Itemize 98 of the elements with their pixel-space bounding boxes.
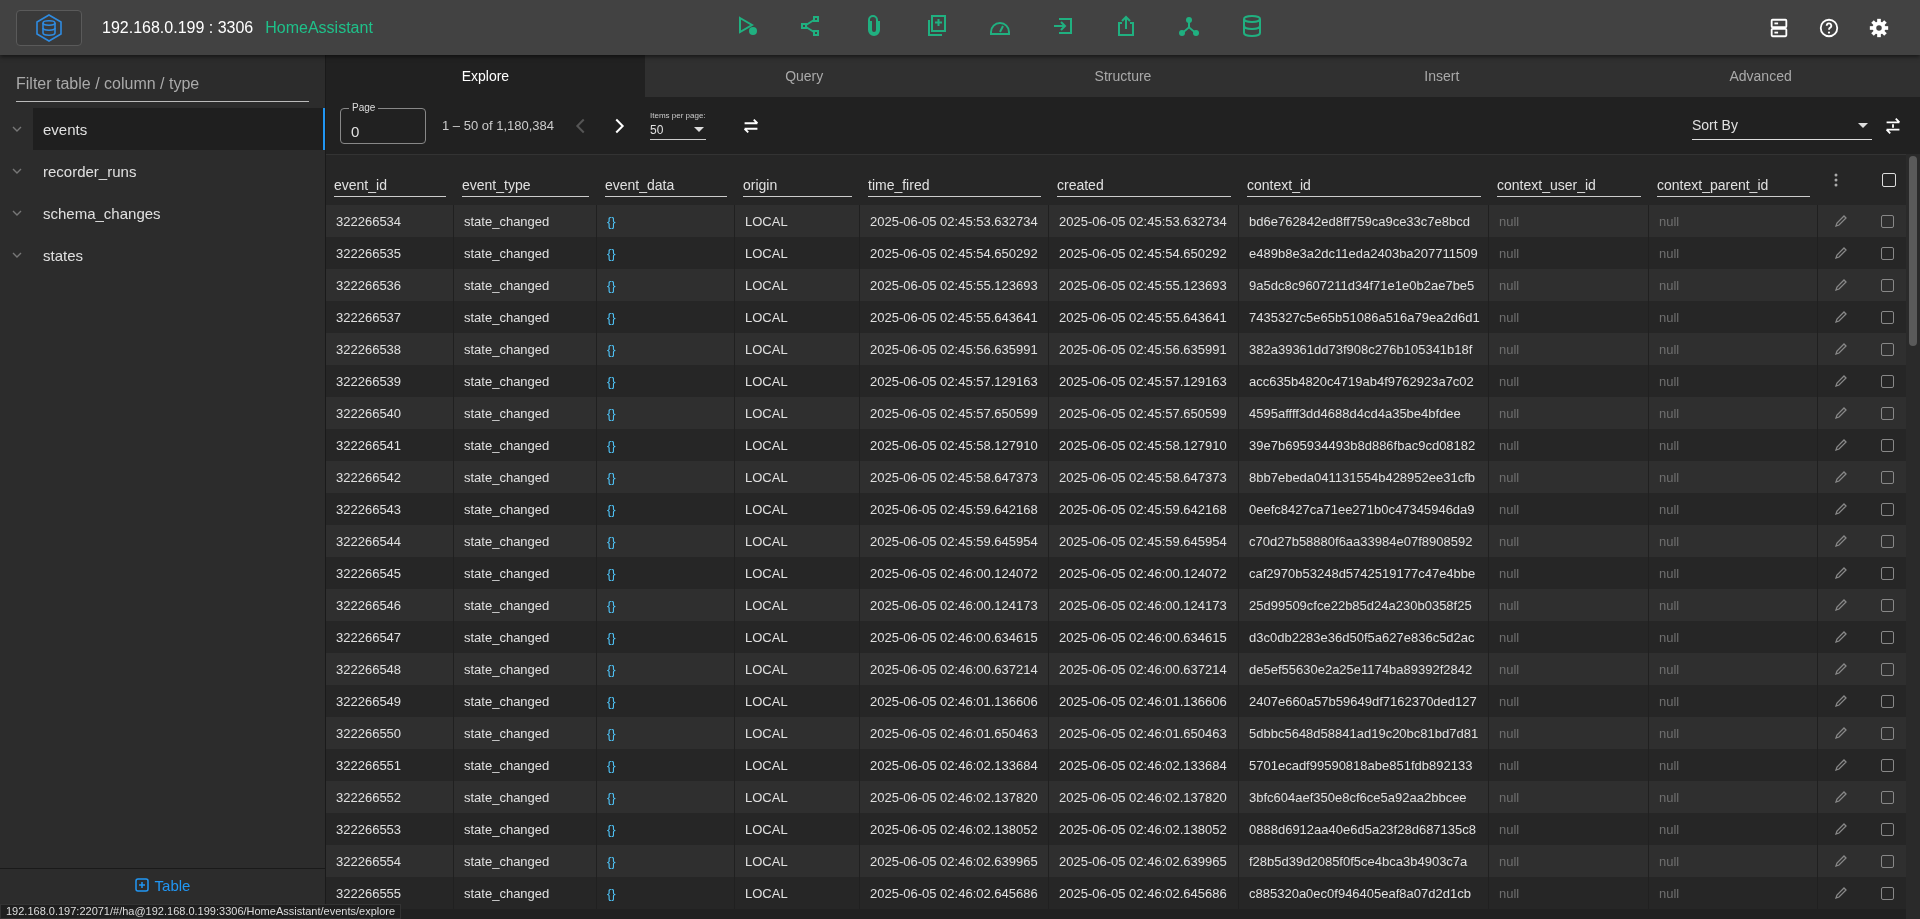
row-checkbox[interactable] [1881, 694, 1894, 708]
pencil-icon[interactable] [1834, 214, 1848, 228]
row-checkbox[interactable] [1881, 662, 1894, 676]
row-checkbox[interactable] [1881, 470, 1894, 484]
tab[interactable]: Explore [326, 55, 645, 97]
table-cell: null [1489, 877, 1649, 909]
settings-icon[interactable] [1868, 16, 1890, 39]
pencil-icon[interactable] [1834, 662, 1848, 676]
pencil-icon[interactable] [1834, 886, 1848, 900]
column-header[interactable]: event_type [462, 177, 589, 197]
column-header[interactable]: context_id [1247, 177, 1481, 197]
row-checkbox[interactable] [1881, 534, 1894, 548]
pencil-icon[interactable] [1834, 630, 1848, 644]
dropdown-caret-icon [694, 127, 705, 132]
dropdown-caret-icon [1858, 122, 1868, 128]
table-item[interactable]: schema_changes [33, 192, 325, 234]
select-all-checkbox[interactable] [1882, 173, 1896, 187]
row-checkbox[interactable] [1881, 758, 1894, 772]
scrollbar-thumb[interactable] [1909, 156, 1917, 346]
document-add-icon[interactable] [925, 14, 949, 38]
column-header[interactable]: origin [743, 177, 852, 197]
pencil-icon[interactable] [1834, 406, 1848, 420]
sort-by-select[interactable]: Sort By [1692, 111, 1872, 140]
pencil-icon[interactable] [1834, 822, 1848, 836]
pencil-icon[interactable] [1834, 438, 1848, 452]
add-table-button[interactable]: Table [130, 873, 195, 897]
table-cell: null [1649, 877, 1818, 909]
pencil-icon[interactable] [1834, 598, 1848, 612]
row-checkbox[interactable] [1881, 822, 1894, 836]
table-cell: 2025-06-05 02:46:02.645686 [1049, 877, 1239, 909]
help-icon[interactable] [1818, 16, 1840, 39]
database-icon[interactable] [1240, 14, 1264, 38]
row-checkbox[interactable] [1881, 374, 1894, 388]
link-url-tooltip: 192.168.0.197:22071/#/ha@192.168.0.199:3306/HomeAssistant/events/explore [0, 904, 402, 919]
pencil-icon[interactable] [1834, 374, 1848, 388]
pencil-icon[interactable] [1834, 694, 1848, 708]
row-checkbox[interactable] [1881, 214, 1894, 228]
row-checkbox[interactable] [1881, 886, 1894, 900]
table-cell: 2025-06-05 02:46:02.645686 [860, 877, 1049, 909]
row-checkbox[interactable] [1881, 342, 1894, 356]
table-cell: {} [597, 877, 735, 909]
row-checkbox[interactable] [1881, 502, 1894, 516]
pencil-icon[interactable] [1834, 790, 1848, 804]
column-header[interactable]: created [1057, 177, 1231, 197]
table-item[interactable]: states [33, 234, 325, 276]
pencil-icon[interactable] [1834, 470, 1848, 484]
server-icon[interactable] [1768, 16, 1790, 39]
play-clock-icon[interactable] [736, 14, 760, 38]
row-checkbox[interactable] [1881, 310, 1894, 324]
row-checkbox[interactable] [1881, 598, 1894, 612]
row-checkbox[interactable] [1881, 854, 1894, 868]
table-item[interactable]: recorder_runs [33, 150, 325, 192]
chevron-icon[interactable] [12, 252, 22, 258]
tab[interactable]: Structure [963, 55, 1283, 97]
pencil-icon[interactable] [1834, 726, 1848, 740]
database-cube-icon [34, 12, 64, 43]
page-range: 1 – 50 of 1,180,384 [442, 118, 555, 133]
row-checkbox[interactable] [1881, 278, 1894, 292]
row-checkbox[interactable] [1881, 246, 1894, 260]
chevron-icon[interactable] [12, 168, 22, 174]
row-checkbox[interactable] [1881, 438, 1894, 452]
table-cell: c885320a0ec0f946405eaf8a07d2d1cb [1239, 877, 1489, 909]
pencil-icon[interactable] [1834, 278, 1848, 292]
more-options-icon[interactable] [1834, 173, 1838, 187]
pencil-icon[interactable] [1834, 502, 1848, 516]
column-header[interactable]: event_id [334, 177, 446, 197]
pencil-icon[interactable] [1834, 534, 1848, 548]
items-per-page-label: Items per page: [650, 111, 707, 120]
pencil-icon[interactable] [1834, 758, 1848, 772]
branch-icon[interactable] [1177, 14, 1201, 38]
tab[interactable]: Advanced [1601, 55, 1920, 97]
server-address: 192.168.0.199 : 3306 [102, 18, 254, 37]
pencil-icon[interactable] [1834, 566, 1848, 580]
table-cell: state_changed [454, 877, 597, 909]
chevron-icon[interactable] [12, 126, 22, 132]
row-checkbox[interactable] [1881, 630, 1894, 644]
table-cell: LOCAL [735, 877, 860, 909]
filter-field[interactable]: Filter table / column / type [16, 67, 309, 102]
logo-button[interactable] [16, 9, 82, 46]
pencil-icon[interactable] [1834, 246, 1848, 260]
column-header[interactable]: event_data [605, 177, 727, 197]
tab[interactable]: Query [644, 55, 964, 97]
row-checkbox[interactable] [1881, 726, 1894, 740]
pencil-icon[interactable] [1834, 854, 1848, 868]
column-header[interactable]: context_user_id [1497, 177, 1641, 197]
column-header[interactable]: context_parent_id [1657, 177, 1810, 197]
plus-box-icon [134, 878, 149, 892]
tab[interactable]: Insert [1282, 55, 1602, 97]
pencil-icon[interactable] [1834, 310, 1848, 324]
row-checkbox[interactable] [1881, 566, 1894, 580]
column-header[interactable]: time_fired [868, 177, 1041, 197]
table-item[interactable]: events [33, 108, 325, 150]
chevron-icon[interactable] [12, 210, 22, 216]
pencil-icon[interactable] [1834, 342, 1848, 356]
database-name: HomeAssistant [265, 18, 373, 37]
row-checkbox[interactable] [1881, 790, 1894, 804]
row-checkbox[interactable] [1881, 406, 1894, 420]
items-per-page-select[interactable]: 50 [650, 120, 707, 140]
